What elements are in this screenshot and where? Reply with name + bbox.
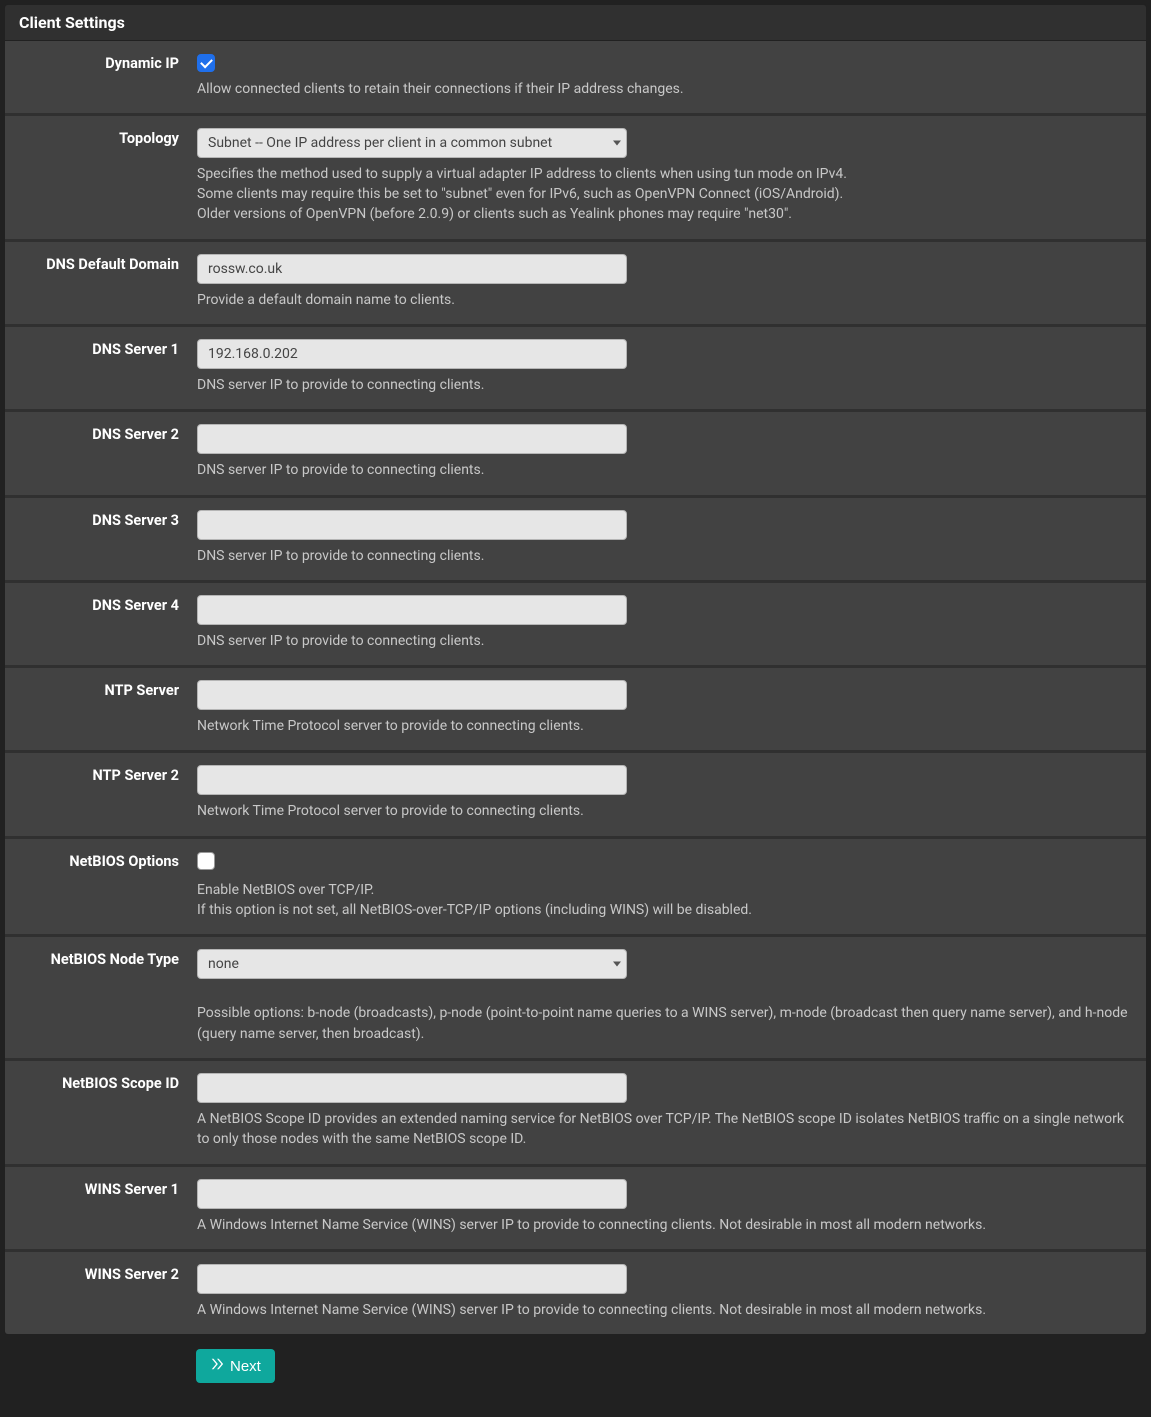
help-wins-server2: A Windows Internet Name Service (WINS) s… [197, 1300, 1130, 1320]
dns-server4-input[interactable] [197, 595, 627, 625]
label-ntp-server2: NTP Server 2 [21, 765, 197, 784]
dns-server1-input[interactable] [197, 339, 627, 369]
help-netbios-options: Enable NetBIOS over TCP/IP. If this opti… [197, 880, 1130, 921]
label-dns-default-domain: DNS Default Domain [21, 254, 197, 273]
netbios-options-checkbox[interactable] [197, 852, 215, 870]
next-button[interactable]: Next [196, 1349, 275, 1383]
label-topology: Topology [21, 128, 197, 147]
row-topology: Topology Subnet -- One IP address per cl… [5, 116, 1146, 242]
ntp-server2-input[interactable] [197, 765, 627, 795]
help-dns-server4: DNS server IP to provide to connecting c… [197, 631, 1130, 651]
wins-server1-input[interactable] [197, 1179, 627, 1209]
row-netbios-scope-id: NetBIOS Scope ID A NetBIOS Scope ID prov… [5, 1061, 1146, 1167]
label-wins-server1: WINS Server 1 [21, 1179, 197, 1198]
label-dns-server1: DNS Server 1 [21, 339, 197, 358]
row-ntp-server: NTP Server Network Time Protocol server … [5, 668, 1146, 753]
row-dynamic-ip: Dynamic IP Allow connected clients to re… [5, 41, 1146, 116]
label-dns-server4: DNS Server 4 [21, 595, 197, 614]
label-dns-server3: DNS Server 3 [21, 510, 197, 529]
next-button-label: Next [230, 1358, 261, 1375]
topology-select[interactable]: Subnet -- One IP address per client in a… [197, 128, 627, 158]
label-ntp-server: NTP Server [21, 680, 197, 699]
double-chevron-right-icon [210, 1357, 224, 1375]
help-dns-server2: DNS server IP to provide to connecting c… [197, 460, 1130, 480]
ntp-server-input[interactable] [197, 680, 627, 710]
label-dynamic-ip: Dynamic IP [21, 53, 197, 72]
netbios-scope-id-input[interactable] [197, 1073, 627, 1103]
label-dns-server2: DNS Server 2 [21, 424, 197, 443]
dns-server3-input[interactable] [197, 510, 627, 540]
help-dynamic-ip: Allow connected clients to retain their … [197, 79, 1130, 99]
row-wins-server2: WINS Server 2 A Windows Internet Name Se… [5, 1252, 1146, 1334]
row-netbios-node-type: NetBIOS Node Type none Possible options:… [5, 937, 1146, 1061]
panel-title: Client Settings [5, 5, 1146, 41]
client-settings-panel: Client Settings Dynamic IP Allow connect… [4, 4, 1147, 1335]
help-netbios-scope-id: A NetBIOS Scope ID provides an extended … [197, 1109, 1130, 1150]
help-dns-server3: DNS server IP to provide to connecting c… [197, 546, 1130, 566]
help-dns-server1: DNS server IP to provide to connecting c… [197, 375, 1130, 395]
help-netbios-node-type: Possible options: b-node (broadcasts), p… [197, 1003, 1130, 1044]
dns-default-domain-input[interactable] [197, 254, 627, 284]
dynamic-ip-checkbox[interactable] [197, 54, 215, 72]
label-netbios-options: NetBIOS Options [21, 851, 197, 870]
row-ntp-server2: NTP Server 2 Network Time Protocol serve… [5, 753, 1146, 838]
help-topology: Specifies the method used to supply a vi… [197, 164, 1130, 225]
footer-area: Next [4, 1335, 1147, 1413]
row-dns-server1: DNS Server 1 DNS server IP to provide to… [5, 327, 1146, 412]
netbios-node-type-select[interactable]: none [197, 949, 627, 979]
row-dns-server4: DNS Server 4 DNS server IP to provide to… [5, 583, 1146, 668]
row-dns-server2: DNS Server 2 DNS server IP to provide to… [5, 412, 1146, 497]
label-wins-server2: WINS Server 2 [21, 1264, 197, 1283]
help-ntp-server2: Network Time Protocol server to provide … [197, 801, 1130, 821]
dns-server2-input[interactable] [197, 424, 627, 454]
help-dns-default-domain: Provide a default domain name to clients… [197, 290, 1130, 310]
row-dns-default-domain: DNS Default Domain Provide a default dom… [5, 242, 1146, 327]
row-netbios-options: NetBIOS Options Enable NetBIOS over TCP/… [5, 839, 1146, 938]
label-netbios-scope-id: NetBIOS Scope ID [21, 1073, 197, 1092]
row-wins-server1: WINS Server 1 A Windows Internet Name Se… [5, 1167, 1146, 1252]
label-netbios-node-type: NetBIOS Node Type [21, 949, 197, 968]
help-wins-server1: A Windows Internet Name Service (WINS) s… [197, 1215, 1130, 1235]
wins-server2-input[interactable] [197, 1264, 627, 1294]
row-dns-server3: DNS Server 3 DNS server IP to provide to… [5, 498, 1146, 583]
help-ntp-server: Network Time Protocol server to provide … [197, 716, 1130, 736]
